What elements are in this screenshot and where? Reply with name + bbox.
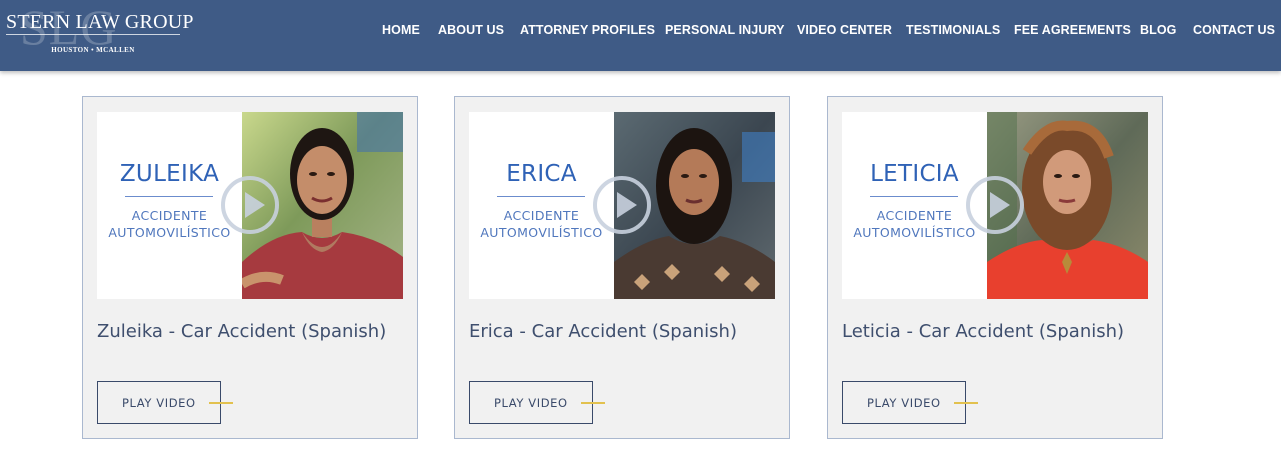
- main-nav: HOME ABOUT US ATTORNEY PROFILES PERSONAL…: [0, 23, 1281, 39]
- video-title: Zuleika - Car Accident (Spanish): [97, 321, 387, 342]
- nav-personal-injury[interactable]: PERSONAL INJURY: [665, 23, 785, 37]
- play-video-button[interactable]: PLAY VIDEO: [469, 381, 605, 424]
- site-header: SLG STERN LAW GROUP HOUSTON • MCALLEN HO…: [0, 0, 1281, 71]
- play-triangle-icon: [245, 192, 265, 218]
- play-video-button[interactable]: PLAY VIDEO: [97, 381, 233, 424]
- nav-fee-agreements[interactable]: FEE AGREEMENTS: [1014, 23, 1131, 37]
- play-video-label: PLAY VIDEO: [867, 396, 941, 410]
- nav-attorney-profiles[interactable]: ATTORNEY PROFILES: [520, 23, 655, 37]
- logo-locations: HOUSTON • MCALLEN: [51, 46, 135, 54]
- thumbnail-name: ERICA: [506, 161, 577, 187]
- play-icon[interactable]: [966, 176, 1024, 234]
- thumbnail-divider: [497, 196, 585, 197]
- play-video-label: PLAY VIDEO: [122, 396, 196, 410]
- thumbnail-subtitle: ACCIDENTE AUTOMOVILÍSTICO: [853, 208, 976, 240]
- video-thumbnail[interactable]: LETICIA ACCIDENTE AUTOMOVILÍSTICO: [842, 112, 1148, 299]
- nav-contact-us[interactable]: CONTACT US: [1193, 23, 1275, 37]
- video-thumbnail[interactable]: ZULEIKA ACCIDENTE AUTOMOVILÍSTICO: [97, 112, 403, 299]
- nav-blog[interactable]: BLOG: [1140, 23, 1177, 37]
- nav-about-us[interactable]: ABOUT US: [438, 23, 504, 37]
- nav-video-center[interactable]: VIDEO CENTER: [797, 23, 892, 37]
- video-title: Leticia - Car Accident (Spanish): [842, 321, 1125, 342]
- nav-testimonials[interactable]: TESTIMONIALS: [906, 23, 1000, 37]
- play-triangle-icon: [617, 192, 637, 218]
- thumbnail-subtitle: ACCIDENTE AUTOMOVILÍSTICO: [480, 208, 603, 240]
- play-video-button[interactable]: PLAY VIDEO: [842, 381, 978, 424]
- thumbnail-subtitle: ACCIDENTE AUTOMOVILÍSTICO: [108, 208, 231, 240]
- video-card: ZULEIKA ACCIDENTE AUTOMOVILÍSTICO Zuleik…: [82, 96, 418, 439]
- button-accent-dash: [581, 402, 605, 404]
- button-accent-dash: [209, 402, 233, 404]
- play-icon[interactable]: [221, 176, 279, 234]
- video-card: ERICA ACCIDENTE AUTOMOVILÍSTICO Erica - …: [454, 96, 790, 439]
- video-card: LETICIA ACCIDENTE AUTOMOVILÍSTICO Letici…: [827, 96, 1163, 439]
- video-thumbnail[interactable]: ERICA ACCIDENTE AUTOMOVILÍSTICO: [469, 112, 775, 299]
- button-accent-dash: [954, 402, 978, 404]
- nav-home[interactable]: HOME: [382, 23, 420, 37]
- play-video-label: PLAY VIDEO: [494, 396, 568, 410]
- video-title: Erica - Car Accident (Spanish): [469, 321, 737, 342]
- thumbnail-name: LETICIA: [870, 161, 959, 187]
- thumbnail-divider: [870, 196, 958, 197]
- play-triangle-icon: [990, 192, 1010, 218]
- thumbnail-name: ZULEIKA: [119, 161, 220, 187]
- thumbnail-divider: [125, 196, 213, 197]
- play-icon[interactable]: [593, 176, 651, 234]
